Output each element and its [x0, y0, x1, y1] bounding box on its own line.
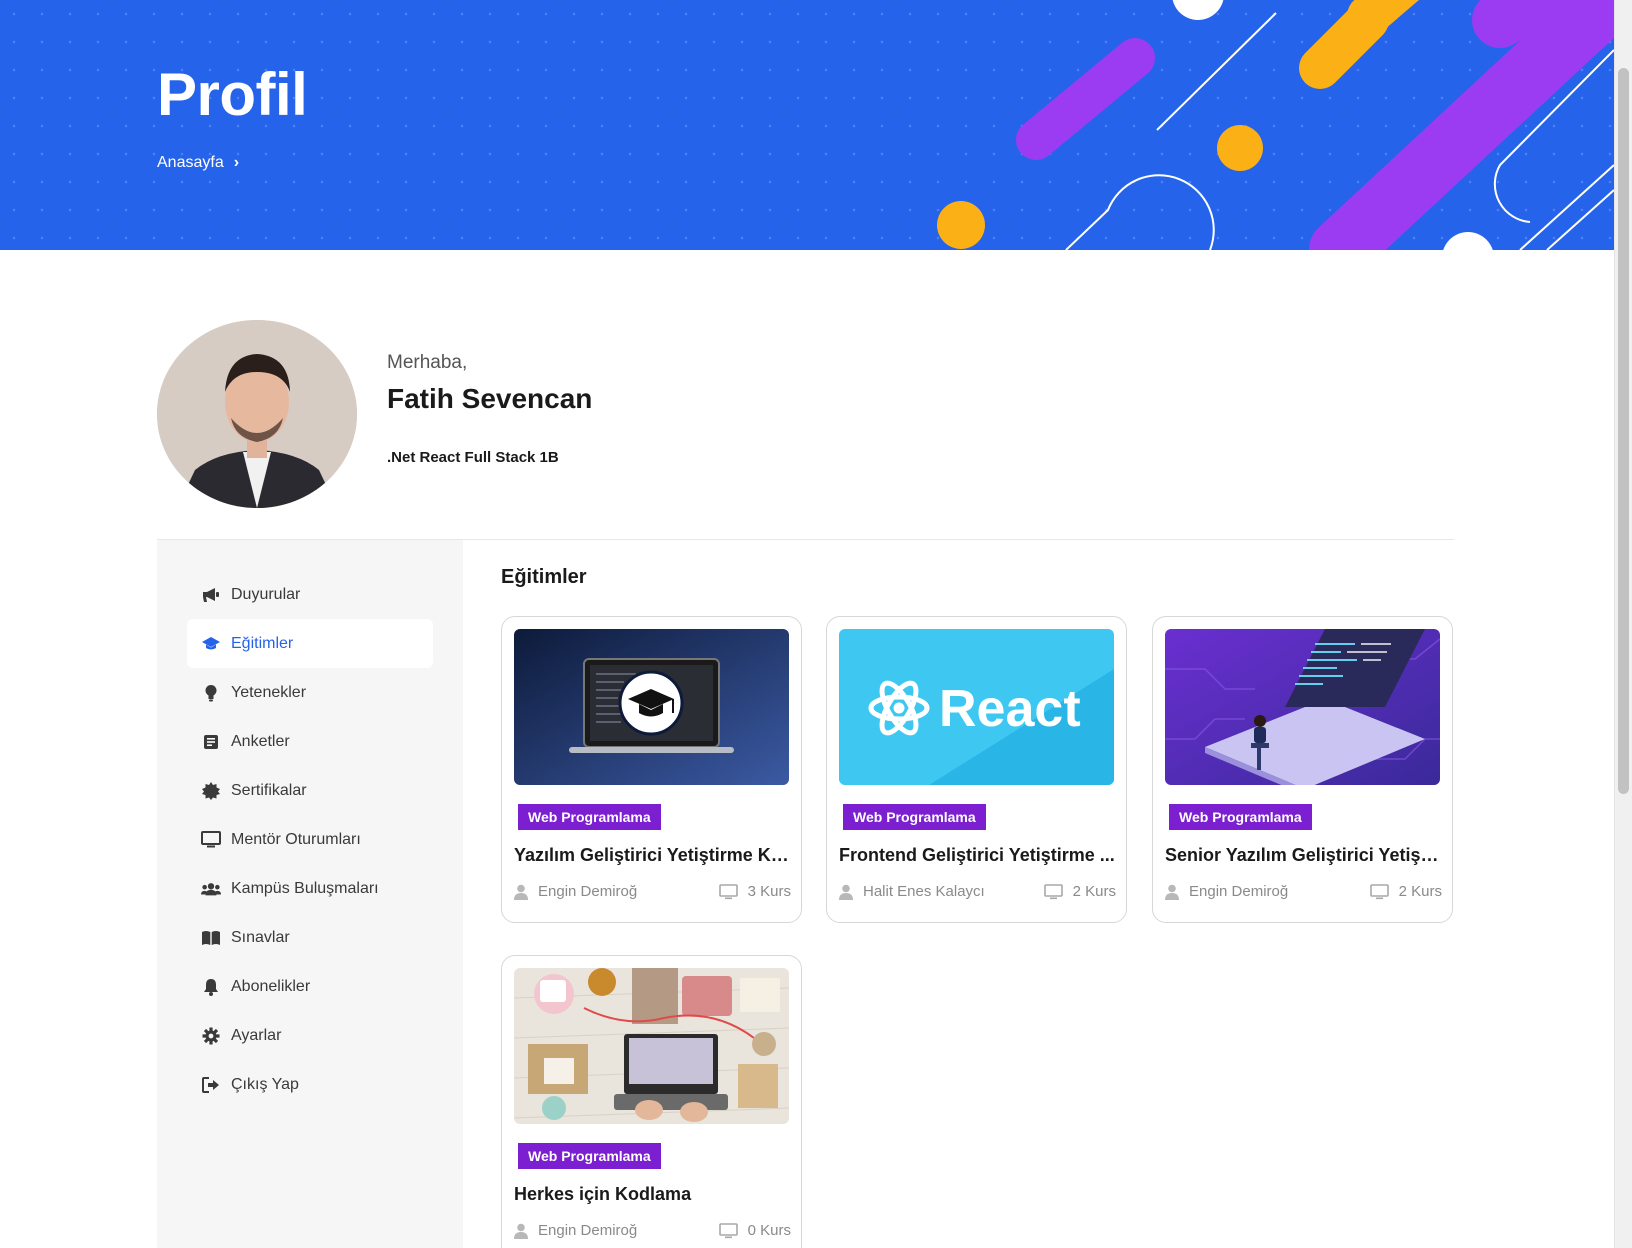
course-meta: Halit Enes Kalaycı 2 Kurs [839, 883, 1116, 900]
sidebar-item-mentor-oturumlari[interactable]: Mentör Oturumları [187, 815, 433, 864]
course-image [514, 968, 789, 1124]
sidebar-item-label: Kampüs Buluşmaları [231, 879, 379, 897]
sidebar-item-ayarlar[interactable]: Ayarlar [187, 1011, 433, 1060]
sidebar-item-label: Ayarlar [231, 1026, 282, 1044]
page-title: Profil [157, 61, 308, 128]
monitor-icon [718, 883, 738, 899]
user-name: Fatih Sevencan [387, 383, 593, 414]
monitor-icon [718, 1222, 738, 1238]
course-count: 3 Kurs [747, 883, 791, 900]
bell-icon [201, 977, 221, 997]
sidebar-item-label: Abonelikler [231, 977, 311, 995]
user-icon [839, 884, 853, 900]
users-icon [201, 879, 221, 899]
sidebar-item-kampus-bulusmalari[interactable]: Kampüs Buluşmaları [187, 864, 433, 913]
sidebar-item-label: Anketler [231, 732, 290, 750]
course-card[interactable]: Web Programlama Senior Yazılım Geliştiri… [1152, 616, 1453, 923]
sidebar-item-abonelikler[interactable]: Abonelikler [187, 962, 433, 1011]
category-badge: Web Programlama [1169, 804, 1312, 830]
instructor-name: Engin Demiroğ [538, 883, 638, 900]
survey-icon [201, 732, 221, 752]
monitor-icon [1369, 883, 1389, 899]
instructor-name: Halit Enes Kalaycı [863, 883, 985, 900]
sidebar-item-sertifikalar[interactable]: Sertifikalar [187, 766, 433, 815]
course-title[interactable]: Yazılım Geliştirici Yetiştirme Ka... [514, 845, 792, 866]
monitor-icon [201, 830, 221, 850]
logout-icon [201, 1075, 221, 1095]
user-icon [514, 884, 528, 900]
sidebar-item-label: Yetenekler [231, 683, 307, 701]
monitor-icon [1043, 883, 1063, 899]
breadcrumb-home-link[interactable]: Anasayfa [157, 154, 224, 172]
sidebar-item-label: Duyurular [231, 585, 301, 603]
course-count: 2 Kurs [1398, 883, 1442, 900]
course-image [514, 629, 789, 785]
sidebar-item-label: Mentör Oturumları [231, 830, 361, 848]
course-title[interactable]: Herkes için Kodlama [514, 1184, 792, 1205]
page-scrollbar[interactable] [1614, 0, 1632, 1248]
gear-icon [201, 1026, 221, 1046]
scrollbar-thumb[interactable] [1618, 68, 1629, 794]
sidebar-item-label: Sertifikalar [231, 781, 307, 799]
sidebar-item-sinavlar[interactable]: Sınavlar [187, 913, 433, 962]
course-meta: Engin Demiroğ 3 Kurs [514, 883, 791, 900]
course-count: 0 Kurs [747, 1222, 791, 1239]
course-meta: Engin Demiroğ 0 Kurs [514, 1222, 791, 1239]
sidebar-item-duyurular[interactable]: Duyurular [187, 570, 433, 619]
course-card[interactable]: React Web Programlama Frontend Geliştiri… [826, 616, 1127, 923]
course-count: 2 Kurs [1072, 883, 1116, 900]
instructor-name: Engin Demiroğ [538, 1222, 638, 1239]
course-title[interactable]: Frontend Geliştirici Yetiştirme ... [839, 845, 1117, 866]
course-title[interactable]: Senior Yazılım Geliştirici Yetişti... [1165, 845, 1443, 866]
sidebar-item-label: Eğitimler [231, 634, 294, 652]
user-icon [514, 1223, 528, 1239]
react-wordmark: React [939, 680, 1081, 738]
sidebar-item-cikis-yap[interactable]: Çıkış Yap [187, 1060, 433, 1109]
course-image: React [839, 629, 1114, 785]
graduation-cap-icon [201, 634, 221, 654]
sidebar-item-egitimler[interactable]: Eğitimler [187, 619, 433, 668]
course-card[interactable]: Web Programlama Yazılım Geliştirici Yeti… [501, 616, 802, 923]
course-card[interactable]: Web Programlama Herkes için Kodlama Engi… [501, 955, 802, 1248]
chevron-right-icon: › [233, 154, 240, 171]
category-badge: Web Programlama [518, 804, 661, 830]
user-class: .Net React Full Stack 1B [387, 449, 559, 466]
section-title: Eğitimler [501, 566, 587, 588]
category-badge: Web Programlama [843, 804, 986, 830]
greeting-text: Merhaba, [387, 352, 468, 373]
instructor-name: Engin Demiroğ [1189, 883, 1289, 900]
sidebar-item-anketler[interactable]: Anketler [187, 717, 433, 766]
category-badge: Web Programlama [518, 1143, 661, 1169]
sidebar-item-label: Çıkış Yap [231, 1075, 299, 1093]
certificate-icon [201, 781, 221, 801]
avatar [157, 320, 357, 508]
breadcrumb: Anasayfa › [157, 154, 239, 172]
page-header-banner: Profil Anasayfa › [0, 0, 1614, 250]
sidebar: Duyurular Eğitimler Yetenekler Anketler … [157, 540, 463, 1248]
course-meta: Engin Demiroğ 2 Kurs [1165, 883, 1442, 900]
lightbulb-icon [201, 683, 221, 703]
sidebar-item-yetenekler[interactable]: Yetenekler [187, 668, 433, 717]
book-icon [201, 928, 221, 948]
megaphone-icon [201, 585, 221, 605]
sidebar-item-label: Sınavlar [231, 928, 290, 946]
avatar-photo [157, 320, 357, 508]
course-image [1165, 629, 1440, 785]
user-icon [1165, 884, 1179, 900]
